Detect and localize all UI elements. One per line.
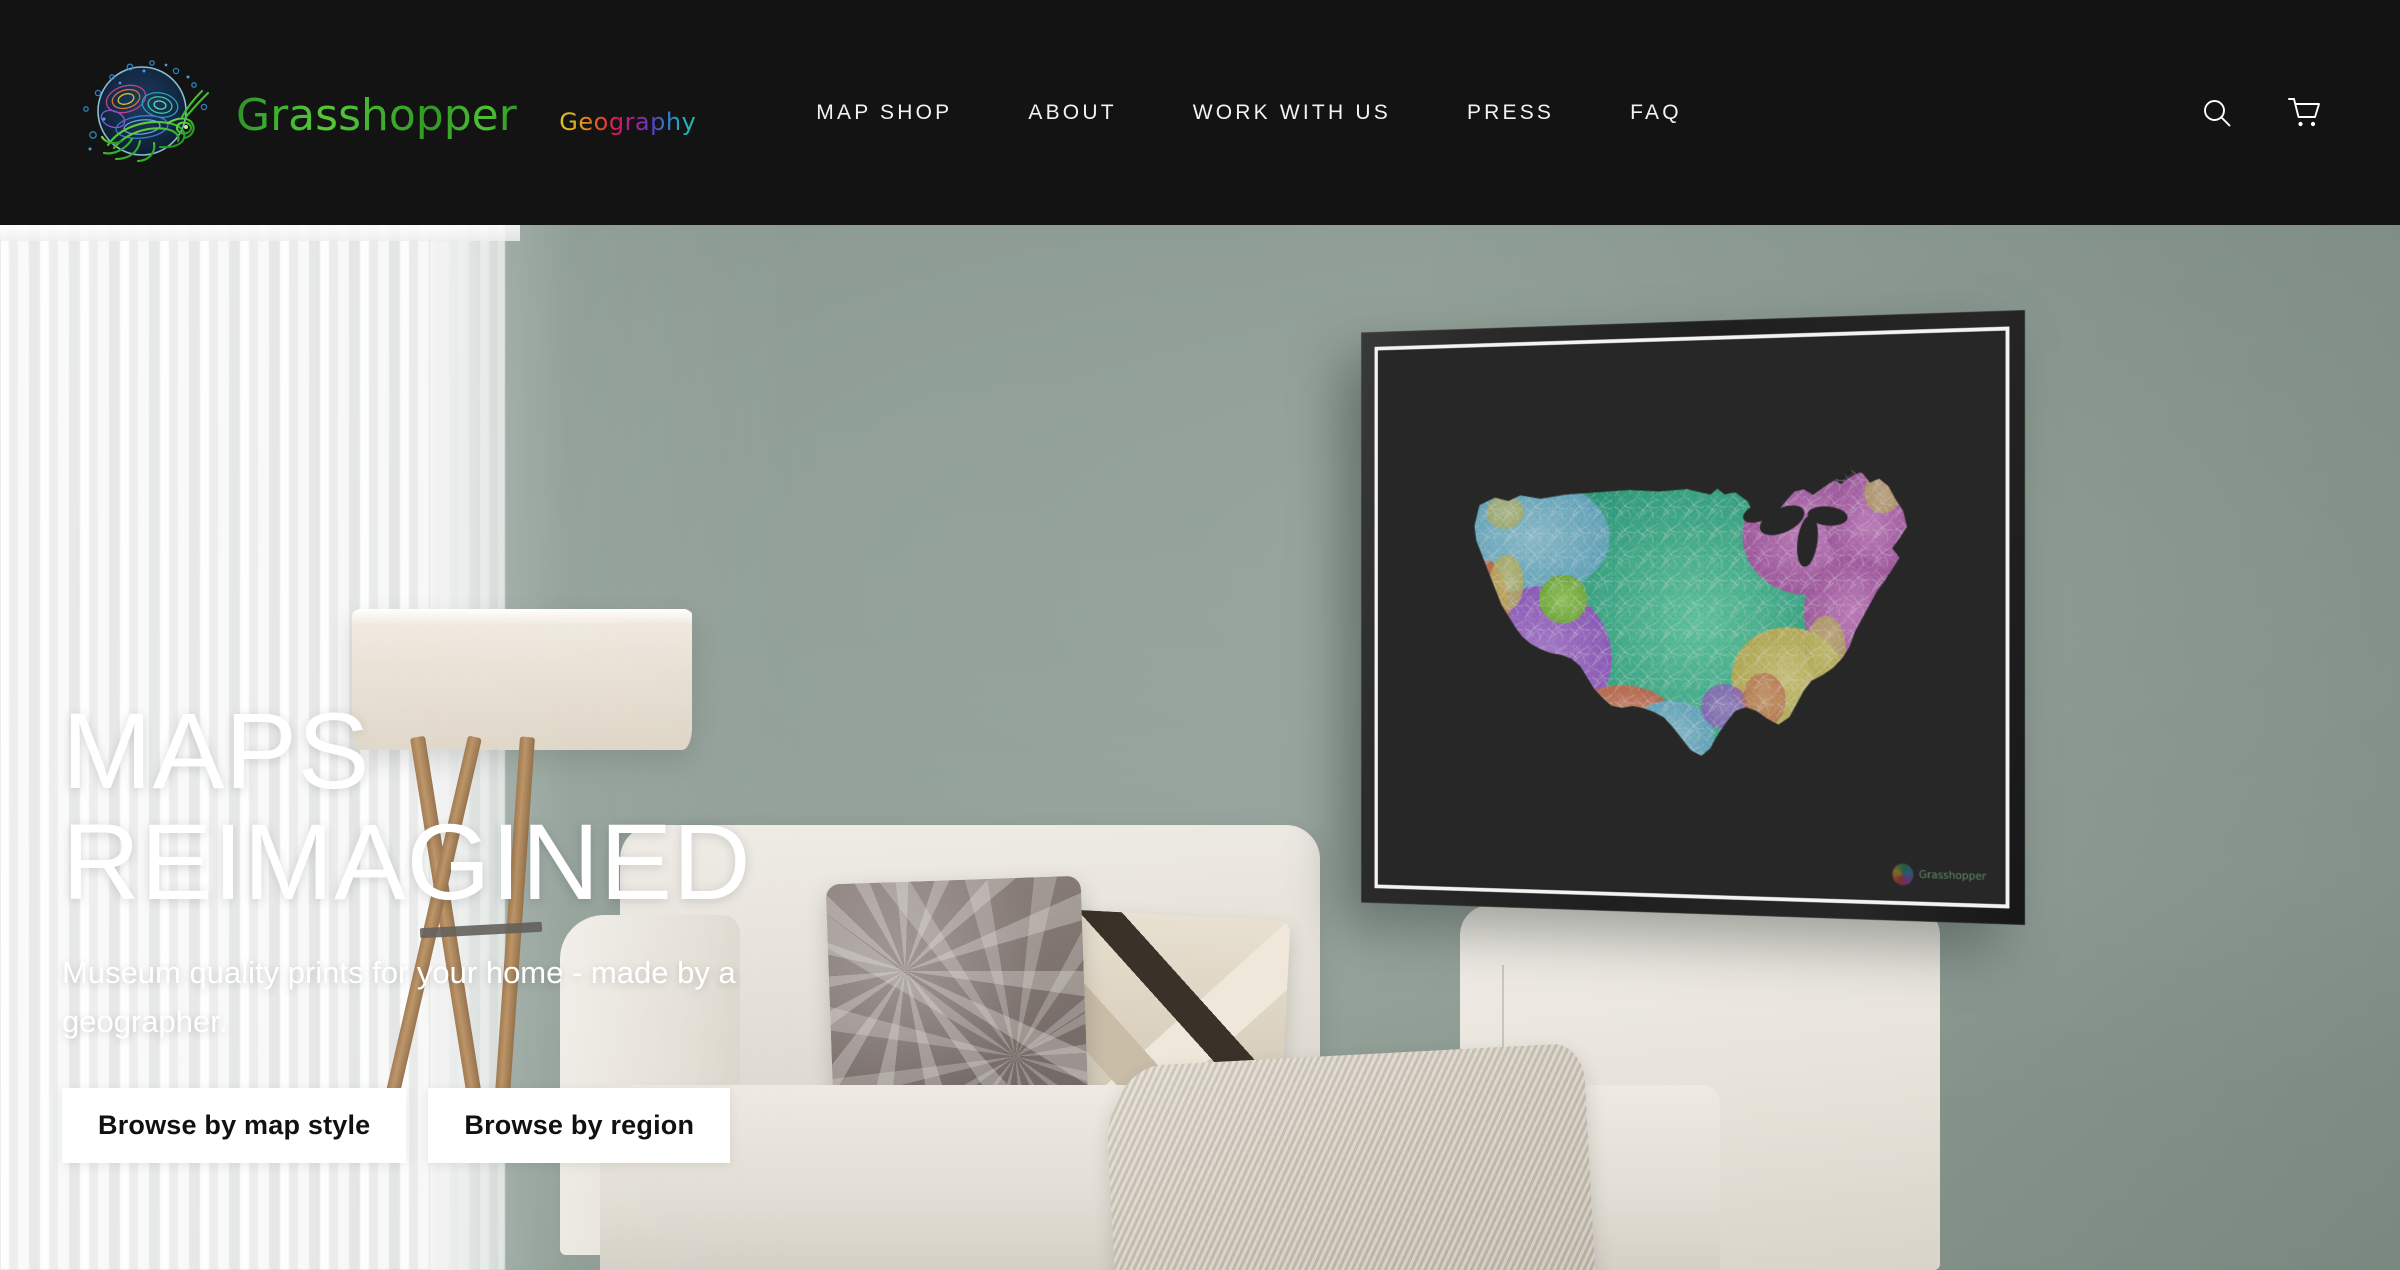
nav-link-press[interactable]: PRESS <box>1429 83 1592 143</box>
header-actions <box>2194 90 2328 136</box>
nav-link-work-with-us[interactable]: WORK WITH US <box>1155 83 1429 143</box>
hero-copy: MAPS REIMAGINED Museum quality prints fo… <box>62 695 1042 1163</box>
brand-wordmark: Grasshopper Geography <box>236 88 696 138</box>
hero-title-line-1: MAPS <box>62 690 371 811</box>
nav-link-map-shop[interactable]: MAP SHOP <box>778 83 990 143</box>
browse-by-map-style-button[interactable]: Browse by map style <box>62 1087 407 1163</box>
shopping-cart-icon[interactable] <box>2282 90 2328 136</box>
framed-map-artwork[interactable]: Grasshopper <box>1361 310 2025 925</box>
curtain-rod <box>0 225 520 241</box>
main-navigation: MAP SHOP ABOUT WORK WITH US PRESS FAQ <box>778 83 1719 143</box>
usa-river-basin-map <box>1414 416 1964 807</box>
hero-subtitle: Museum quality prints for your home - ma… <box>62 955 736 1039</box>
page-title: MAPS REIMAGINED <box>62 690 1042 923</box>
hero-cta-group: Browse by map style Browse by region <box>62 1087 1042 1163</box>
search-icon[interactable] <box>2194 90 2240 136</box>
watermark-globe-icon <box>1892 863 1914 886</box>
hero-title-line-2: REIMAGINED <box>62 801 752 923</box>
brand-subtitle: Geography <box>559 107 697 136</box>
grasshopper-globe-logo-icon <box>68 49 228 177</box>
browse-by-region-button[interactable]: Browse by region <box>428 1087 731 1163</box>
brand-logo-link[interactable]: Grasshopper Geography <box>68 48 696 178</box>
picture-frame: Grasshopper <box>1361 310 2025 925</box>
artwork-watermark: Grasshopper <box>1892 863 1986 887</box>
knit-throw-blanket <box>1103 1042 1597 1270</box>
hero-banner: Grasshopper MAPS REIMAGINED Museum quali… <box>0 225 2400 1270</box>
nav-link-faq[interactable]: FAQ <box>1592 83 1720 143</box>
nav-link-about[interactable]: ABOUT <box>990 83 1154 143</box>
site-header: Grasshopper Geography MAP SHOP ABOUT WOR… <box>0 0 2400 225</box>
watermark-text: Grasshopper <box>1918 868 1987 884</box>
brand-name: Grasshopper <box>236 89 517 141</box>
artwork-canvas: Grasshopper <box>1379 332 2004 903</box>
